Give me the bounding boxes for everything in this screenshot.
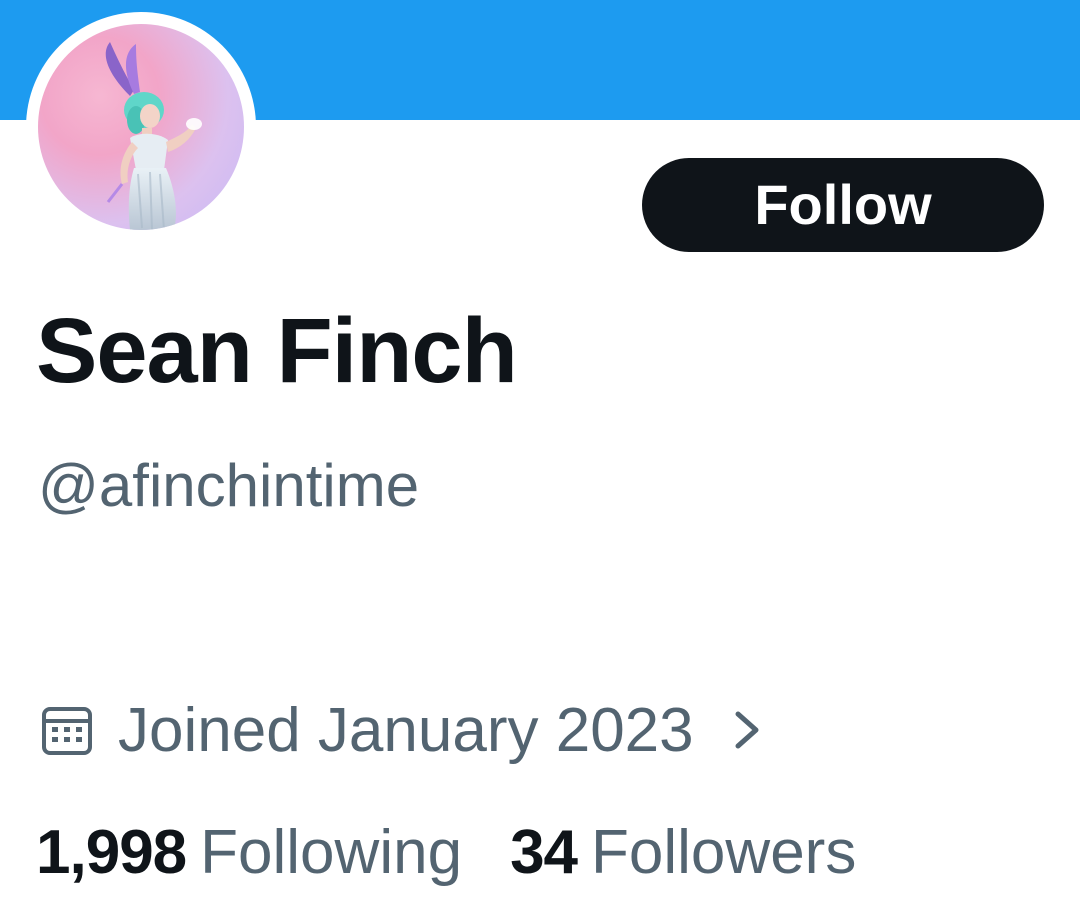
follow-button[interactable]: Follow — [642, 158, 1044, 252]
following-label: Following — [200, 817, 463, 887]
followers-count: 34 — [510, 817, 578, 887]
joined-date: Joined January 2023 — [118, 695, 694, 765]
followers-label: Followers — [591, 817, 857, 887]
following-stat[interactable]: 1,998 Following — [36, 817, 462, 888]
follow-stats: 1,998 Following 34 Followers — [36, 812, 856, 892]
display-name: Sean Finch — [36, 300, 518, 402]
user-handle: @afinchintime — [38, 452, 420, 519]
calendar-icon — [42, 707, 92, 755]
followers-stat[interactable]: 34 Followers — [510, 817, 856, 888]
avatar[interactable] — [38, 24, 244, 230]
avatar-illustration — [105, 42, 202, 230]
joined-date-row[interactable]: Joined January 2023 — [40, 690, 764, 770]
chevron-right-icon — [735, 711, 759, 749]
following-count: 1,998 — [36, 817, 187, 887]
